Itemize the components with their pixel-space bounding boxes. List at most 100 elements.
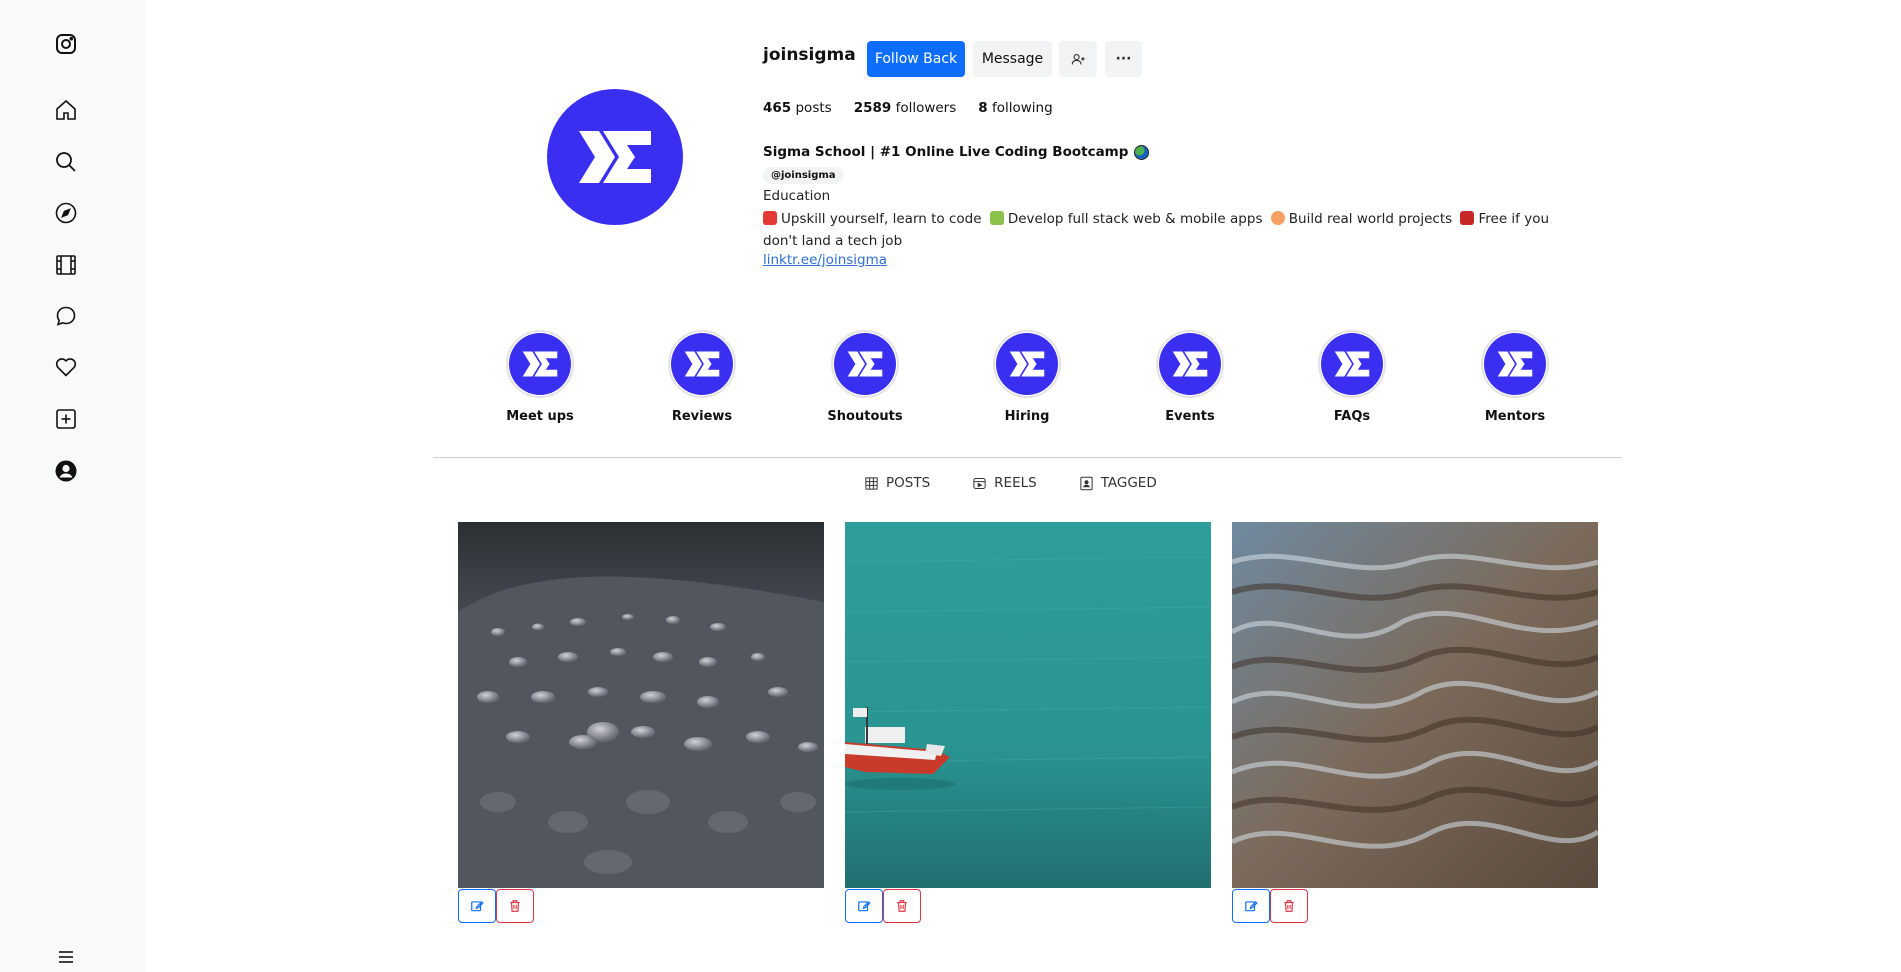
edit-post-button[interactable] [845, 889, 883, 923]
threads-handle-badge[interactable]: @joinsigma [763, 167, 844, 184]
delete-post-button[interactable] [883, 889, 921, 923]
highlight-label: Hiring [1004, 409, 1050, 424]
home-icon[interactable] [53, 97, 79, 123]
highlight-reviews[interactable]: Reviews [647, 330, 757, 424]
menu-icon[interactable] [53, 944, 79, 970]
profile-bio: Upskill yourself, learn to code Develop … [763, 208, 1563, 252]
message-button[interactable]: Message [973, 41, 1052, 77]
bio-part-1: Upskill yourself, learn to code [781, 211, 982, 227]
sigma-logo-icon [1172, 351, 1208, 377]
highlight-mentors[interactable]: Mentors [1460, 330, 1570, 424]
bio-part-2: Develop full stack web & mobile apps [1007, 211, 1263, 227]
highlight-events[interactable]: Events [1135, 330, 1245, 424]
highlight-label: Reviews [671, 409, 733, 424]
profile-tabs: POSTS REELS TAGGED [864, 475, 1157, 491]
sidebar [0, 0, 145, 972]
sigma-logo-icon [1009, 351, 1045, 377]
posts-count: 465 [763, 100, 792, 116]
full-name-text: Sigma School | #1 Online Live Coding Boo… [763, 144, 1129, 160]
posts-label: posts [795, 100, 832, 116]
edit-icon [471, 901, 484, 912]
messages-icon[interactable] [53, 303, 79, 329]
handshake-emoji-icon [1270, 211, 1285, 225]
post-tile[interactable] [458, 522, 824, 888]
delete-post-button[interactable] [1270, 889, 1308, 923]
money-bag-emoji-icon [1460, 211, 1475, 225]
trash-icon [510, 900, 520, 912]
highlight-label: Events [1165, 409, 1215, 424]
edit-icon [1245, 901, 1258, 912]
sigma-logo-icon [1334, 351, 1370, 377]
edit-icon [858, 901, 871, 912]
highlight-label: Shoutouts [827, 409, 903, 424]
follow-back-button[interactable]: Follow Back [867, 41, 965, 77]
profile-category: Education [763, 188, 831, 204]
bio-part-3: Build real world projects [1288, 211, 1453, 227]
sigma-logo-icon [847, 351, 883, 377]
following-label: following [991, 100, 1053, 116]
edit-post-button[interactable] [458, 889, 496, 923]
reels-tab-icon [973, 477, 986, 489]
notifications-icon[interactable] [53, 354, 79, 380]
edit-post-button[interactable] [1232, 889, 1270, 923]
posts-stat: 465 posts [763, 100, 832, 116]
highlight-label: Meet ups [506, 409, 574, 424]
reels-icon[interactable] [53, 252, 79, 278]
highlight-cover [831, 330, 899, 398]
search-icon[interactable] [53, 149, 79, 175]
followers-stat[interactable]: 2589 followers [854, 100, 957, 116]
water-droplets-photo [458, 522, 824, 888]
highlight-meet-ups[interactable]: Meet ups [485, 330, 595, 424]
followers-label: followers [895, 100, 957, 116]
profile-icon[interactable] [53, 458, 79, 484]
tab-tagged[interactable]: TAGGED [1079, 475, 1157, 491]
explore-icon[interactable] [53, 200, 79, 226]
red-boat-on-sea-photo [845, 522, 1211, 888]
highlight-cover [668, 330, 736, 398]
content-divider [433, 457, 1622, 458]
profile-link[interactable]: linktr.ee/joinsigma [763, 252, 887, 268]
highlight-label: Mentors [1484, 409, 1546, 424]
globe-emoji-icon [1134, 144, 1150, 160]
highlight-cover [1318, 330, 1386, 398]
highlight-cover [993, 330, 1061, 398]
highlight-shoutouts[interactable]: Shoutouts [810, 330, 920, 424]
profile-stats: 465 posts 2589 followers 8 following [763, 100, 1053, 116]
followers-count: 2589 [853, 100, 892, 116]
grid-icon [865, 476, 878, 490]
delete-post-button[interactable] [496, 889, 534, 923]
profile-username: joinsigma [763, 45, 856, 65]
following-count: 8 [978, 100, 988, 116]
more-options-button[interactable]: ··· [1105, 41, 1142, 77]
tab-reels[interactable]: REELS [972, 475, 1037, 491]
sigma-logo-icon [579, 131, 651, 183]
tab-reels-label: REELS [994, 475, 1037, 491]
highlight-cover [1481, 330, 1549, 398]
sigma-logo-icon [684, 351, 720, 377]
highlight-cover [506, 330, 574, 398]
profile-avatar [547, 89, 683, 225]
rippled-water-photo [1232, 522, 1598, 888]
trash-icon [1284, 900, 1294, 912]
following-stat[interactable]: 8 following [978, 100, 1052, 116]
highlight-hiring[interactable]: Hiring [972, 330, 1082, 424]
profile-full-name: Sigma School | #1 Online Live Coding Boo… [763, 144, 1150, 160]
tagged-icon [1080, 476, 1093, 490]
tab-posts-label: POSTS [886, 475, 931, 491]
highlight-label: FAQs [1333, 409, 1371, 424]
create-icon[interactable] [53, 406, 79, 432]
tab-tagged-label: TAGGED [1100, 475, 1157, 491]
sigma-logo-icon [1497, 351, 1533, 377]
siren-emoji-icon [763, 211, 777, 225]
technologist-emoji-icon [989, 211, 1004, 225]
sigma-logo-icon [522, 351, 558, 377]
tab-posts[interactable]: POSTS [864, 475, 930, 491]
highlight-cover [1156, 330, 1224, 398]
highlight-faqs[interactable]: FAQs [1297, 330, 1407, 424]
post-tile[interactable] [845, 522, 1211, 888]
instagram-icon[interactable] [53, 31, 79, 57]
add-user-icon [1071, 53, 1085, 65]
post-tile[interactable] [1232, 522, 1598, 888]
suggest-users-button[interactable] [1059, 41, 1097, 77]
trash-icon [897, 900, 907, 912]
